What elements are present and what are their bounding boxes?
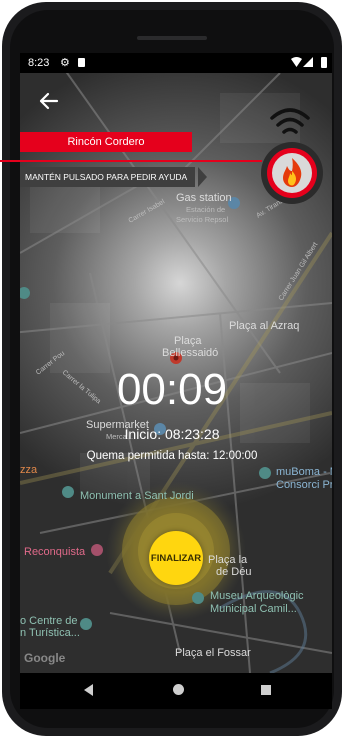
gear-icon: ⚙ <box>60 57 70 69</box>
status-time: 8:23 <box>28 57 50 69</box>
map-label-zza: zza <box>20 464 38 476</box>
map-label-muboma-2: Consorci Pro <box>276 479 332 491</box>
help-hint: MANTÉN PULSADO PARA PEDIR AYUDA <box>20 167 196 187</box>
map-label-reconquista: Reconquista <box>24 546 86 558</box>
map-label-centre-2: n Turística... <box>20 627 80 639</box>
sd-card-icon <box>78 58 85 67</box>
map-label-fossar: Plaça el Fossar <box>175 647 251 659</box>
user-name-banner: Rincón Cordero <box>20 132 192 152</box>
map-label-gas-station-sub1: Estación de <box>186 205 225 214</box>
phone-speaker <box>137 36 207 40</box>
cell-signal-icon <box>303 57 313 67</box>
panic-button[interactable] <box>259 140 325 206</box>
status-bar: 8:23 ⚙ <box>20 53 332 73</box>
finish-button-halo: FINALIZAR <box>108 490 244 626</box>
elapsed-timer: 00:09 <box>116 365 228 414</box>
android-nav-bar <box>20 673 332 709</box>
map-label-gas-station: Gas station <box>176 192 232 204</box>
start-time: Inicio: 08:23:28 <box>124 426 220 442</box>
map-label-centre-1: o Centre de <box>20 615 77 627</box>
nav-home-icon[interactable] <box>173 684 184 695</box>
google-attribution: Google <box>24 651 66 665</box>
centre-pin <box>80 618 92 630</box>
muboma-pin <box>259 467 271 479</box>
map-label-placa-bellessaido-2: Bellessaidó <box>162 347 218 359</box>
map-label-muboma-1: muBoma - Mu <box>276 466 332 478</box>
allowed-until: Quema permitida hasta: 12:00:00 <box>86 450 258 462</box>
map-label-gas-station-sub2: Servicio Repsol <box>176 215 228 224</box>
wifi-icon <box>291 57 302 67</box>
wifi-signal-icon <box>270 108 310 134</box>
nav-back-icon[interactable] <box>84 684 93 696</box>
panic-connector-line <box>0 160 262 162</box>
map-label-placa-azraq: Plaça al Azraq <box>229 320 299 332</box>
help-hint-pointer <box>198 167 207 187</box>
finish-button[interactable]: FINALIZAR <box>149 531 203 585</box>
arrow-left-icon[interactable] <box>37 89 61 113</box>
reconquista-pin <box>91 544 103 556</box>
monument-pin <box>62 486 74 498</box>
battery-icon <box>321 57 327 68</box>
map-label-placa-bellessaido-1: Plaça <box>174 335 202 347</box>
nav-recents-icon[interactable] <box>261 685 271 695</box>
